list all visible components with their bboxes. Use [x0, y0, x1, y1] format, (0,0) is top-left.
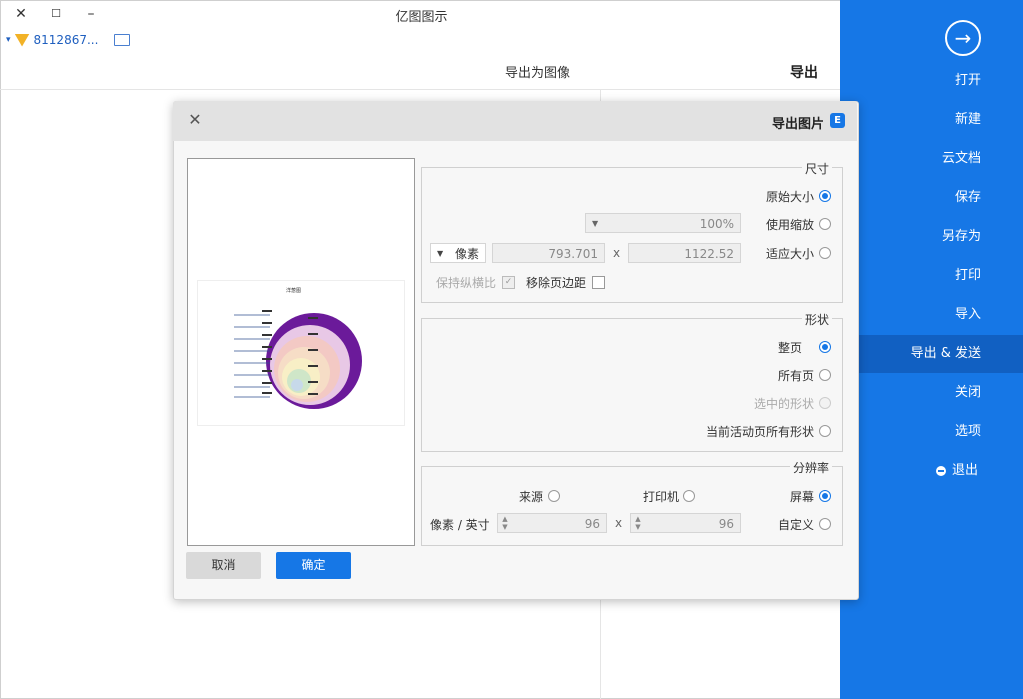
sidebar-item-label: 云文档: [941, 151, 981, 166]
printer-radio[interactable]: [683, 490, 695, 502]
cancel-button[interactable]: 取消: [186, 552, 261, 579]
dpi-x-value: 96: [718, 517, 734, 531]
onion-diagram-thumbnail: [234, 310, 362, 409]
sidebar-item-new[interactable]: 新建: [840, 101, 1023, 139]
sidebar-item-label: 关闭: [954, 385, 981, 400]
height-field[interactable]: 793.701: [492, 243, 605, 263]
unit-value: 像素: [454, 247, 479, 261]
width-field[interactable]: 1122.52: [628, 243, 741, 263]
sidebar-item-save-as[interactable]: 另存为: [840, 218, 1023, 256]
close-icon[interactable]: ✕: [185, 110, 205, 129]
sidebar-item-exit[interactable]: 退出: [840, 452, 1023, 490]
sidebar-item-label: 打开: [954, 73, 981, 88]
screen-label[interactable]: 屏幕: [790, 488, 814, 505]
sidebar-item-label: 导入: [954, 307, 981, 322]
current-page-shapes-label[interactable]: 当前活动页所有形状: [706, 423, 814, 440]
size-group-label: 尺寸: [802, 160, 833, 177]
sidebar-item-options[interactable]: 选项: [840, 413, 1023, 451]
keep-ratio-checkbox[interactable]: ✓: [502, 276, 515, 289]
section-title: 导出: [790, 65, 818, 81]
sidebar-item-label: 导出 & 发送: [910, 346, 981, 361]
all-pages-radio[interactable]: [819, 369, 831, 381]
resolution-group: [421, 466, 843, 546]
dpi-unit-label: 像素 / 英寸: [430, 518, 490, 532]
ok-button[interactable]: 确定: [276, 552, 351, 579]
printer-label[interactable]: 打印机: [643, 488, 679, 505]
sidebar-item-label: 保存: [954, 190, 981, 205]
sidebar-item-import[interactable]: 导入: [840, 296, 1023, 334]
sidebar-item-export[interactable]: 导出 & 发送: [840, 335, 1023, 373]
source-label[interactable]: 来源: [519, 488, 543, 505]
sidebar-item-label: 打印: [954, 268, 981, 283]
edraw-app-icon: E: [830, 113, 845, 128]
whole-page-radio[interactable]: [819, 341, 831, 353]
stepper-arrows-icon[interactable]: ▲ ▼: [500, 515, 510, 531]
screen-radio[interactable]: [819, 490, 831, 502]
sidebar-item-label: 退出: [952, 463, 979, 478]
sidebar-item-label: 选项: [954, 424, 981, 439]
custom-label[interactable]: 自定义: [778, 516, 814, 533]
dpi-x-separator: x: [615, 516, 623, 530]
fit-size-radio[interactable]: [819, 247, 831, 259]
dpi-y-value: 96: [584, 517, 600, 531]
keep-ratio-label: 保持纵横比: [436, 276, 497, 290]
whole-page-label[interactable]: 整页: [778, 339, 802, 356]
section-header: [0, 58, 840, 90]
dpi-x-field[interactable]: ▲ ▼ 96: [630, 513, 741, 533]
dialog-header: [173, 101, 857, 141]
original-size-radio[interactable]: [819, 190, 831, 202]
custom-radio[interactable]: [819, 518, 831, 530]
account-caret-icon[interactable]: ▾: [6, 35, 11, 45]
remove-margin-checkbox[interactable]: [592, 276, 605, 289]
all-pages-label[interactable]: 所有页: [778, 367, 814, 384]
sidebar-item-print[interactable]: 打印: [840, 257, 1023, 295]
account-area[interactable]: ▾ 8112867...: [6, 33, 131, 47]
original-size-label[interactable]: 原始大小: [766, 188, 814, 205]
section-subtitle: 导出为图像: [505, 66, 571, 81]
window-title: 亿图图示: [395, 10, 448, 25]
resolution-group-label: 分辨率: [790, 459, 833, 476]
sidebar-item-close[interactable]: 关闭: [840, 374, 1023, 412]
preview-page: 洋葱图: [197, 280, 405, 426]
sidebar-item-cloud[interactable]: 云文档: [840, 140, 1023, 178]
source-radio[interactable]: [548, 490, 560, 502]
sidebar-item-save[interactable]: 保存: [840, 179, 1023, 217]
selected-shapes-label: 选中的形状: [754, 397, 815, 411]
zoom-select[interactable]: ▼ 100%: [585, 213, 741, 233]
shape-group-label: 形状: [802, 311, 833, 328]
vip-badge-icon: [14, 33, 30, 47]
sidebar-item-open[interactable]: 打开: [840, 62, 1023, 100]
selected-shapes-radio[interactable]: [819, 397, 831, 409]
zoom-value: 100%: [699, 217, 734, 231]
remove-margin-label[interactable]: 移除页边距: [526, 274, 586, 291]
use-zoom-label[interactable]: 使用缩放: [766, 216, 814, 233]
arrow-right-circle-icon[interactable]: →: [945, 20, 981, 56]
size-x-separator: x: [613, 246, 621, 260]
use-zoom-radio[interactable]: [819, 218, 831, 230]
chevron-down-icon: ▼: [437, 249, 444, 258]
notes-icon[interactable]: [114, 34, 131, 46]
sidebar-item-label: 新建: [954, 112, 981, 127]
dpi-y-field[interactable]: ▲ ▼ 96: [497, 513, 607, 533]
stepper-arrows-icon[interactable]: ▲ ▼: [633, 515, 643, 531]
exit-icon: [936, 465, 946, 476]
chevron-down-icon: ▼: [592, 219, 599, 228]
account-id[interactable]: 8112867...: [34, 33, 99, 47]
current-page-shapes-radio[interactable]: [819, 425, 831, 437]
dialog-title: 导出图片: [772, 117, 825, 132]
unit-select[interactable]: ▼ 像素: [430, 243, 486, 263]
fit-size-label[interactable]: 适应大小: [766, 245, 814, 262]
sidebar-item-label: 另存为: [941, 229, 981, 244]
